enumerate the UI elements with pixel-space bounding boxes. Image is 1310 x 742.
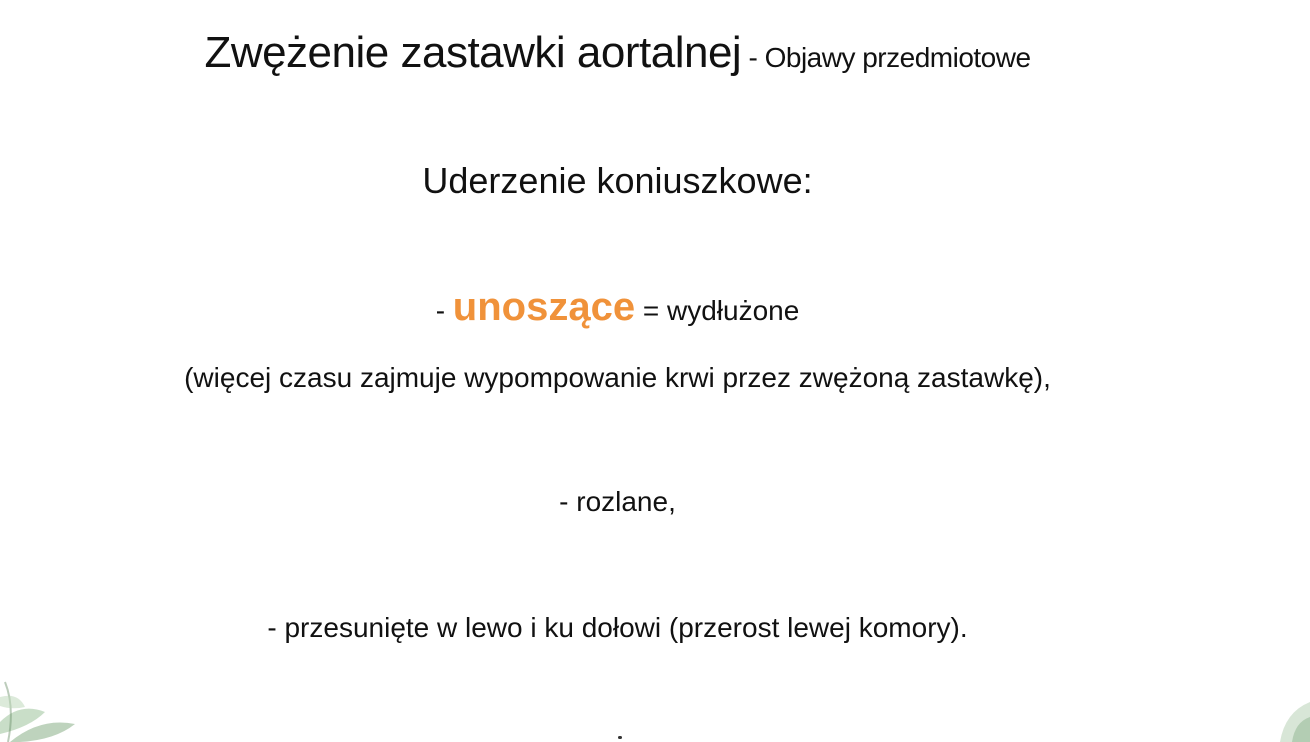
bullet-lifting-note: (więcej czasu zajmuje wypompowanie krwi …	[184, 362, 1051, 393]
stray-mark	[618, 736, 622, 739]
bullet-prefix: -	[435, 295, 453, 326]
bullet-suffix: = wydłużone	[635, 295, 800, 326]
bullet-lifting: - unoszące = wydłużone	[0, 285, 1235, 330]
slide-title-sub: - Objawy przedmiotowe	[741, 42, 1031, 73]
slide-title-main: Zwężenie zastawki aortalnej	[204, 28, 742, 77]
leaf-decoration-icon	[1280, 702, 1310, 742]
slide-title: Zwężenie zastawki aortalnej - Objawy prz…	[0, 28, 1235, 78]
bullet-displaced: - przesunięte w lewo i ku dołowi (przero…	[267, 612, 968, 643]
leaf-decoration-icon	[0, 681, 75, 742]
highlighted-term: unoszące	[452, 285, 636, 329]
bullet-diffuse: - rozlane,	[559, 486, 676, 517]
section-heading: Uderzenie koniuszkowe:	[422, 160, 813, 201]
